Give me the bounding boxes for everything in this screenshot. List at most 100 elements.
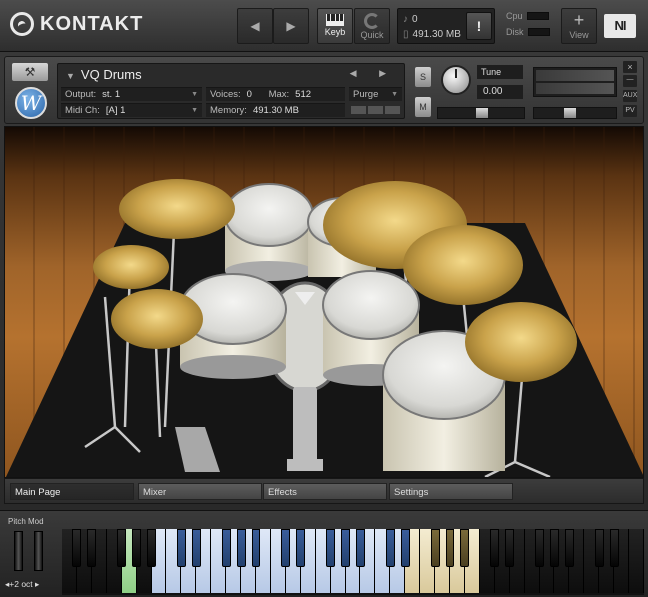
collapse-arrow-icon[interactable]: ▼ xyxy=(66,71,75,81)
quick-load-button[interactable]: Quick xyxy=(354,8,390,44)
instrument-logo: W xyxy=(15,87,47,119)
black-key[interactable] xyxy=(147,529,156,567)
memory-field: Memory: 491.30 MB xyxy=(206,103,345,117)
dropdown-arrow-icon: ▼ xyxy=(391,91,398,98)
aux-button[interactable]: AUX xyxy=(623,90,637,102)
warning-button[interactable]: ! xyxy=(466,12,492,40)
instrument-nav-arrows[interactable]: ◀ ▶ xyxy=(350,68,396,79)
main-toolbar: KONTAKT ◀ ▶ Keyb Quick ♪ 0 ▯ 491.30 MB ! C… xyxy=(0,0,648,52)
tab-effects[interactable]: Effects xyxy=(263,483,387,500)
black-key[interactable] xyxy=(535,529,544,567)
disk-label: Disk xyxy=(506,27,524,37)
output-value: st. 1 xyxy=(102,89,121,100)
tab-bar: Main Page Mixer Effects Settings xyxy=(4,478,644,504)
pan-slider[interactable] xyxy=(437,107,525,119)
black-key[interactable] xyxy=(505,529,515,567)
piano-icon xyxy=(326,14,344,26)
output-level-meter xyxy=(533,67,617,97)
memory-icon: ▯ xyxy=(403,29,409,40)
drum-kit-illustration xyxy=(5,179,643,477)
black-key[interactable] xyxy=(400,529,410,567)
previous-button[interactable]: ◀ xyxy=(237,8,273,44)
quick-label: Quick xyxy=(360,30,384,40)
black-key[interactable] xyxy=(594,529,604,567)
tune-knob[interactable] xyxy=(441,65,471,95)
tune-value[interactable]: 0.00 xyxy=(477,85,523,99)
wrench-icon[interactable]: ⚒ xyxy=(12,63,48,81)
arrow-left-icon: ◀ xyxy=(250,19,260,33)
pitch-mod-label: Pitch Mod xyxy=(8,517,44,526)
volume-slider[interactable] xyxy=(533,107,617,119)
black-key[interactable] xyxy=(221,529,231,567)
purge-label: Purge xyxy=(353,89,379,100)
voices-value: 0 xyxy=(246,89,252,100)
black-key[interactable] xyxy=(72,529,82,567)
max-value: 512 xyxy=(295,89,312,100)
black-key[interactable] xyxy=(117,529,127,567)
close-icon[interactable]: × xyxy=(623,61,637,73)
memory-value: 491.30 MB xyxy=(252,105,299,116)
instrument-info-panel: ▼ VQ Drums ◀ ▶ Output: st. 1 ▼ Midi Ch: [A] … xyxy=(57,63,405,119)
black-key[interactable] xyxy=(191,529,201,567)
pitch-wheel[interactable] xyxy=(14,531,23,571)
instrument-name-text: VQ Drums xyxy=(80,67,142,82)
solo-button[interactable]: S xyxy=(415,67,431,87)
midi-channel-selector[interactable]: Midi Ch: [A] 1 ▼ xyxy=(61,103,202,117)
black-key[interactable] xyxy=(430,529,440,567)
tab-settings[interactable]: Settings xyxy=(389,483,513,500)
voices-field[interactable]: Voices: 0 Max: 512 xyxy=(206,87,345,101)
tab-main-page[interactable]: Main Page xyxy=(10,483,134,500)
purge-meter xyxy=(351,106,400,114)
voices-label: Voices: xyxy=(210,89,241,100)
black-key[interactable] xyxy=(176,529,186,567)
minimize-icon[interactable]: — xyxy=(623,75,637,87)
disk-meter xyxy=(527,28,550,36)
black-key[interactable] xyxy=(296,529,306,567)
china-cymbal xyxy=(465,302,577,382)
midi-value: [A] 1 xyxy=(105,105,126,116)
keyb-label: Keyb xyxy=(324,27,346,37)
cpu-meter xyxy=(526,12,549,20)
next-button[interactable]: ▶ xyxy=(273,8,309,44)
mod-wheel[interactable] xyxy=(34,531,43,571)
black-key[interactable] xyxy=(490,529,500,567)
instrument-name[interactable]: ▼ VQ Drums xyxy=(66,67,142,82)
black-key[interactable] xyxy=(564,529,574,567)
pan-slider-thumb[interactable] xyxy=(476,108,488,118)
black-key[interactable] xyxy=(460,529,470,567)
pv-button[interactable]: PV xyxy=(623,105,637,117)
tab-mixer[interactable]: Mixer xyxy=(138,483,262,500)
ni-logo: NI xyxy=(604,14,636,38)
kontakt-logo-icon xyxy=(10,12,34,36)
rack-tom-left xyxy=(224,183,314,281)
quick-load-icon xyxy=(364,13,380,29)
kontakt-logo-text: KONTAKT xyxy=(40,12,144,35)
midi-activity: 0 xyxy=(412,14,418,25)
black-key[interactable] xyxy=(281,529,291,567)
keyboard-toggle-button[interactable]: Keyb xyxy=(317,8,353,44)
cpu-label: Cpu xyxy=(506,11,523,21)
black-key[interactable] xyxy=(326,529,336,567)
black-key[interactable] xyxy=(445,529,455,567)
octave-shift-control[interactable]: ◂+2 oct ▸ xyxy=(5,579,39,590)
black-key[interactable] xyxy=(251,529,261,567)
mute-button[interactable]: M xyxy=(415,97,431,117)
white-key[interactable] xyxy=(629,529,644,593)
black-key[interactable] xyxy=(549,529,559,567)
black-key[interactable] xyxy=(355,529,365,567)
memory-total: 491.30 MB xyxy=(412,29,461,40)
kontakt-window: KONTAKT ◀ ▶ Keyb Quick ♪ 0 ▯ 491.30 MB ! C… xyxy=(0,0,648,597)
black-key[interactable] xyxy=(87,529,97,567)
output-selector[interactable]: Output: st. 1 ▼ xyxy=(61,87,202,101)
black-key[interactable] xyxy=(385,529,395,567)
piano-keyboard[interactable] xyxy=(62,529,644,595)
volume-slider-thumb[interactable] xyxy=(564,108,576,118)
black-key[interactable] xyxy=(132,529,142,567)
midi-label: Midi Ch: xyxy=(65,105,100,116)
black-key[interactable] xyxy=(236,529,246,567)
black-key[interactable] xyxy=(609,529,619,567)
crash-cymbal-right xyxy=(403,225,523,305)
black-key[interactable] xyxy=(341,529,350,567)
purge-menu[interactable]: Purge ▼ xyxy=(349,87,402,101)
view-button[interactable]: + View xyxy=(561,8,597,44)
